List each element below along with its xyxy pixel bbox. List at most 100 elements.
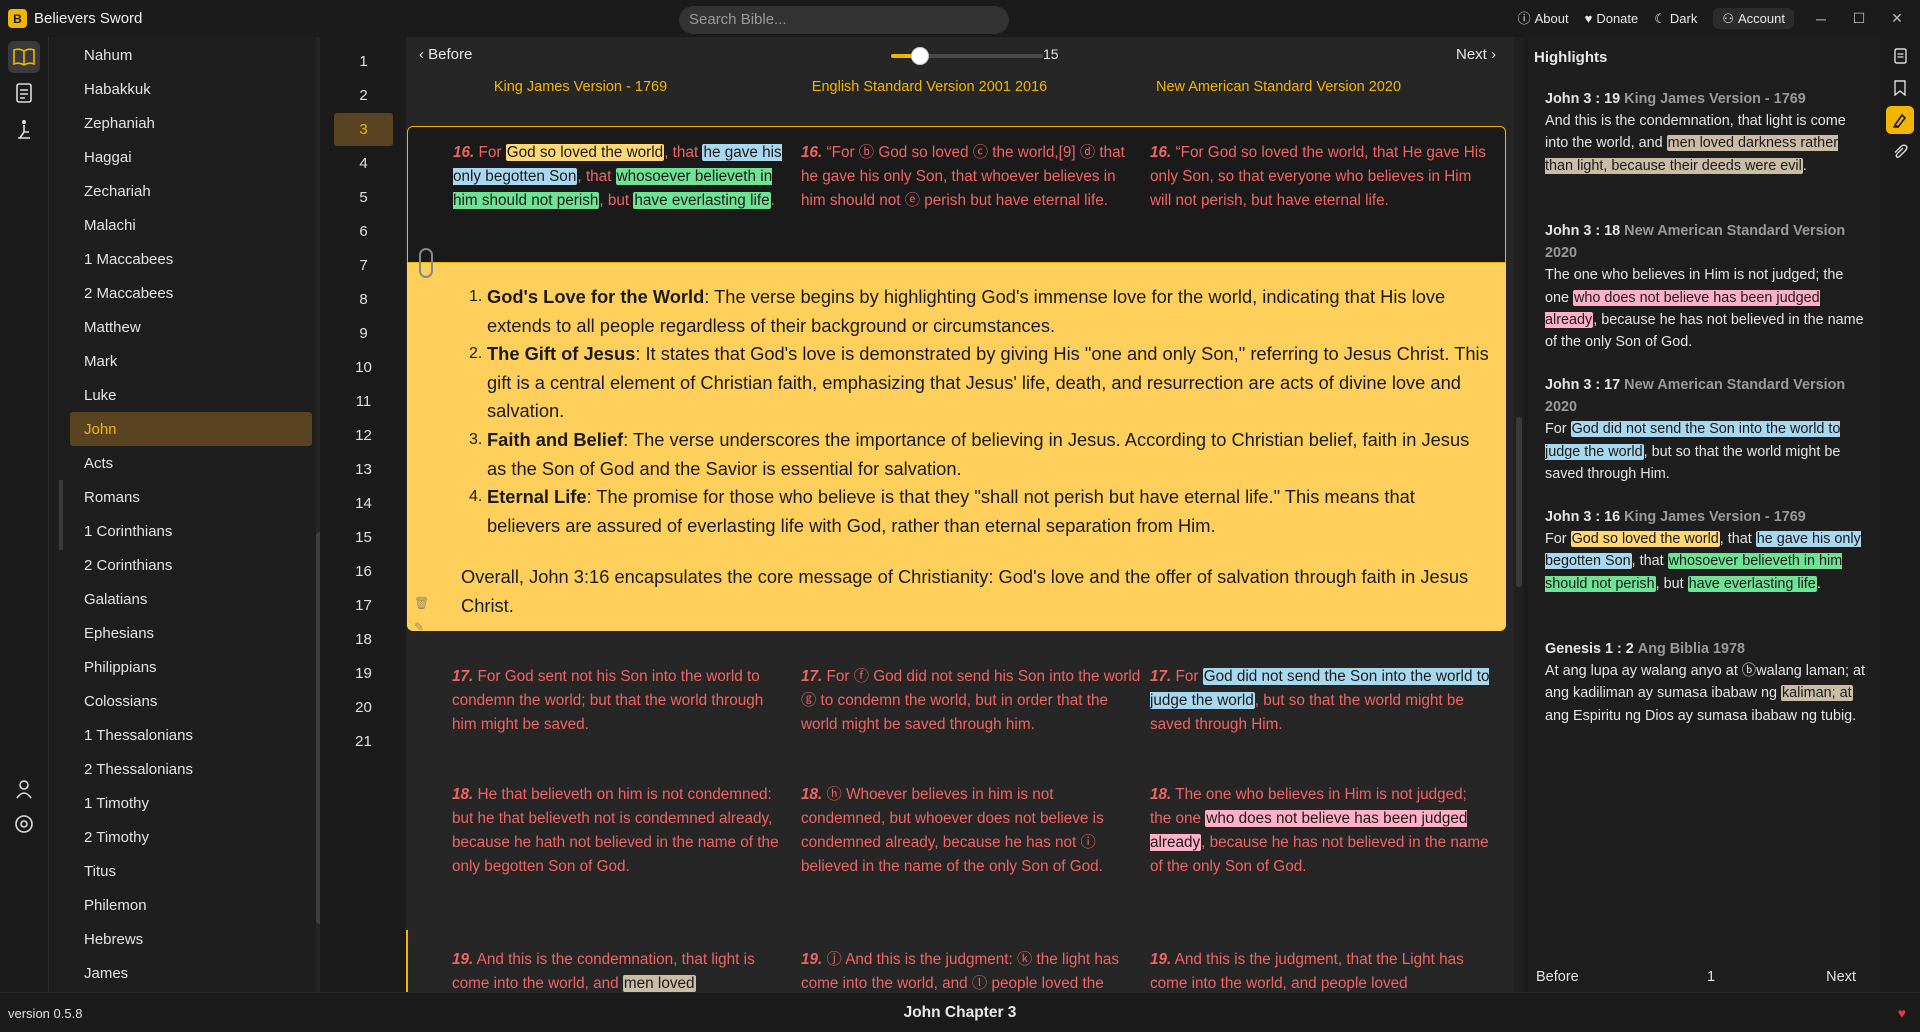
book-item[interactable]: 2 Thessalonians xyxy=(70,752,312,786)
book-item[interactable]: Habakkuk xyxy=(70,72,312,106)
chapter-item[interactable]: 4 xyxy=(334,147,393,180)
verse-16-nasb[interactable]: 16. “For God so loved the world, that He… xyxy=(1150,141,1490,213)
book-item[interactable]: 1 Maccabees xyxy=(70,242,312,276)
prayer-icon[interactable] xyxy=(8,113,40,145)
book-item[interactable]: 1 Thessalonians xyxy=(70,718,312,752)
profile-icon[interactable] xyxy=(8,773,40,805)
highlight-item[interactable]: Genesis 1 : 2 Ang Biblia 1978 At ang lup… xyxy=(1545,638,1865,727)
book-item[interactable]: Philippians xyxy=(70,650,312,684)
chapter-item[interactable]: 21 xyxy=(334,725,393,758)
version-header-nasb[interactable]: New American Standard Version 2020 xyxy=(1104,79,1453,95)
book-item[interactable]: Haggai xyxy=(70,140,312,174)
highlight-item[interactable]: John 3 : 18 New American Standard Versio… xyxy=(1545,220,1865,353)
book-item[interactable]: Ephesians xyxy=(70,616,312,650)
chapter-item[interactable]: 1 xyxy=(334,45,393,78)
book-item[interactable]: Colossians xyxy=(70,684,312,718)
book-item[interactable]: Acts xyxy=(70,446,312,480)
before-button[interactable]: ‹ Before xyxy=(419,46,472,63)
chapter-item[interactable]: 20 xyxy=(334,691,393,724)
book-item[interactable]: Titus xyxy=(70,854,312,888)
chapter-item[interactable]: 12 xyxy=(334,419,393,452)
book-item[interactable]: Galatians xyxy=(70,582,312,616)
heart-icon[interactable]: ♥ xyxy=(1898,1005,1906,1021)
chapter-item[interactable]: 7 xyxy=(334,249,393,282)
version-header-esv[interactable]: English Standard Version 2001 2016 xyxy=(755,79,1104,95)
verse-16-esv[interactable]: 16. “For ⓑ God so loved ⓒ the world,[9] … xyxy=(801,141,1141,213)
chapter-item[interactable]: 8 xyxy=(334,283,393,316)
book-list-scroll-thumb[interactable] xyxy=(316,532,320,924)
font-size-slider[interactable] xyxy=(891,47,1043,65)
chapter-item[interactable]: 10 xyxy=(334,351,393,384)
bookmark-icon[interactable] xyxy=(1886,74,1914,102)
next-button[interactable]: Next › xyxy=(1456,46,1496,63)
chapter-item[interactable]: 15 xyxy=(334,521,393,554)
chapter-item[interactable]: 5 xyxy=(334,181,393,214)
chapter-item[interactable]: 19 xyxy=(334,657,393,690)
highlights-before-button[interactable]: Before xyxy=(1536,969,1579,985)
book-item[interactable]: Zephaniah xyxy=(70,106,312,140)
book-item[interactable]: James xyxy=(70,956,312,990)
edit-icon[interactable]: ✎ xyxy=(414,613,424,642)
highlight-tan[interactable]: men loved xyxy=(622,975,696,992)
verse-19-kjv[interactable]: 19. And this is the condemnation, that l… xyxy=(452,948,792,992)
reader-scroll-thumb[interactable] xyxy=(1516,417,1522,587)
notes-icon[interactable] xyxy=(8,77,40,109)
chapter-item[interactable]: 6 xyxy=(334,215,393,248)
book-item[interactable]: Hebrews xyxy=(70,922,312,956)
book-item[interactable]: 1 Corinthians xyxy=(70,514,312,548)
highlights-next-button[interactable]: Next xyxy=(1826,969,1856,985)
verse-16-row[interactable]: 16. For God so loved the world, that he … xyxy=(407,126,1506,263)
chapter-item[interactable]: 17 xyxy=(334,589,393,622)
highlighter-icon[interactable] xyxy=(1886,106,1914,134)
book-item[interactable]: Nahum xyxy=(70,38,312,72)
chapter-item[interactable]: 3 xyxy=(334,113,393,146)
maximize-icon[interactable]: ☐ xyxy=(1848,10,1870,27)
chapter-item[interactable]: 9 xyxy=(334,317,393,350)
close-icon[interactable]: ✕ xyxy=(1886,10,1908,27)
verse-19-esv[interactable]: 19. ⓙ And this is the judgment: ⓚ the li… xyxy=(801,948,1141,992)
verse-17-nasb[interactable]: 17. For God did not send the Son into th… xyxy=(1150,665,1490,737)
chapter-item[interactable]: 11 xyxy=(334,385,393,418)
verse-17-esv[interactable]: 17. For ⓕ God did not send his Son into … xyxy=(801,665,1141,737)
search-input[interactable]: Search Bible... xyxy=(679,6,1009,34)
chapter-item[interactable]: 2 xyxy=(334,79,393,112)
verse-18-esv[interactable]: 18. ⓗ Whoever believes in him is not con… xyxy=(801,783,1141,879)
clip-icon[interactable] xyxy=(1886,138,1914,166)
highlight-item[interactable]: John 3 : 16 King James Version - 1769 Fo… xyxy=(1545,506,1865,595)
book-item[interactable]: John xyxy=(70,412,312,446)
verse-19-nasb[interactable]: 19. And this is the judgment, that the L… xyxy=(1150,948,1490,992)
verse-18-nasb[interactable]: 18. The one who believes in Him is not j… xyxy=(1150,783,1490,879)
verse-16-kjv[interactable]: 16. For God so loved the world, that he … xyxy=(453,141,793,213)
donate-button[interactable]: ♥ Donate xyxy=(1585,11,1639,26)
highlight-green[interactable]: have everlasting life xyxy=(633,192,771,209)
account-button[interactable]: ⚇ Account xyxy=(1713,8,1794,29)
book-item[interactable]: 1 Timothy xyxy=(70,786,312,820)
book-item[interactable]: 2 Corinthians xyxy=(70,548,312,582)
theme-toggle-button[interactable]: ☾ Dark xyxy=(1654,11,1697,26)
book-item[interactable]: Malachi xyxy=(70,208,312,242)
about-button[interactable]: ⓘ About xyxy=(1518,11,1569,26)
book-item[interactable]: Luke xyxy=(70,378,312,412)
document-icon[interactable] xyxy=(1886,42,1914,70)
verse-18-kjv[interactable]: 18. He that believeth on him is not cond… xyxy=(452,783,792,879)
book-item[interactable]: Matthew xyxy=(70,310,312,344)
book-item[interactable]: Mark xyxy=(70,344,312,378)
bible-icon[interactable] xyxy=(8,41,40,73)
verse-17-kjv[interactable]: 17. For God sent not his Son into the wo… xyxy=(452,665,792,737)
highlight-yellow[interactable]: God so loved the world xyxy=(505,144,665,161)
chapter-item[interactable]: 16 xyxy=(334,555,393,588)
paperclip-icon[interactable] xyxy=(419,248,433,278)
book-item[interactable]: Zechariah xyxy=(70,174,312,208)
highlight-item[interactable]: John 3 : 17 New American Standard Versio… xyxy=(1545,374,1865,485)
highlight-item[interactable]: John 3 : 19 King James Version - 1769 An… xyxy=(1545,88,1865,177)
chapter-item[interactable]: 14 xyxy=(334,487,393,520)
book-item[interactable]: Romans xyxy=(70,480,312,514)
book-item[interactable]: Philemon xyxy=(70,888,312,922)
version-header-kjv[interactable]: King James Version - 1769 xyxy=(406,79,755,95)
settings-icon[interactable] xyxy=(8,808,40,840)
chapter-item[interactable]: 13 xyxy=(334,453,393,486)
font-size-slider-knob[interactable] xyxy=(910,47,929,65)
verse-note[interactable]: 1. God's Love for the World: The verse be… xyxy=(407,263,1506,634)
book-item[interactable]: 2 Timothy xyxy=(70,820,312,854)
minimize-icon[interactable]: ─ xyxy=(1810,11,1832,27)
